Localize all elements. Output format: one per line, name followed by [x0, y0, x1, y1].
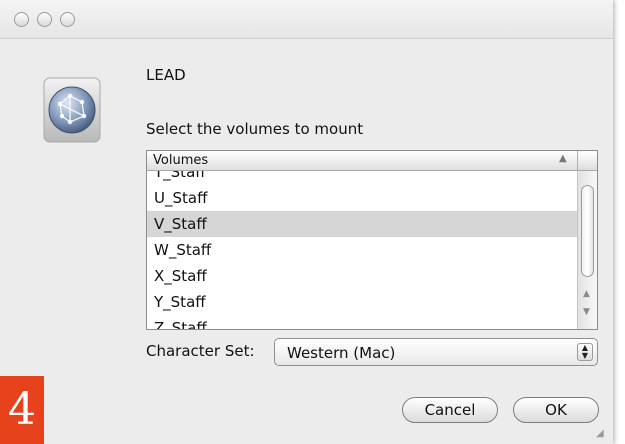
server-name: LEAD — [146, 66, 186, 84]
scroll-thumb[interactable] — [581, 185, 594, 277]
ok-button[interactable]: OK — [513, 397, 599, 423]
charset-label: Character Set: — [146, 342, 255, 360]
charset-selected-value: Western (Mac) — [287, 344, 396, 362]
volume-row-y-staff[interactable]: Y_Staff — [147, 289, 577, 315]
cancel-button[interactable]: Cancel — [402, 397, 498, 423]
resize-grip-icon[interactable]: ◢ — [596, 428, 604, 439]
vertical-scrollbar[interactable]: ▲ ▼ — [577, 171, 597, 329]
volume-row-z-staff[interactable]: Z_Staff — [147, 315, 577, 329]
connect-dialog-window: LEAD Select the volumes to mount Volumes… — [0, 0, 613, 444]
step-number-badge: 4 — [0, 376, 44, 444]
zoom-window-button[interactable] — [60, 12, 75, 27]
minimize-window-button[interactable] — [37, 12, 52, 27]
sort-ascending-icon: ▲ — [559, 153, 567, 164]
close-window-button[interactable] — [14, 12, 29, 27]
scroll-up-arrow-icon[interactable]: ▲ — [583, 289, 590, 299]
volume-row-u-staff[interactable]: U_Staff — [147, 185, 577, 211]
volumes-column-header[interactable]: Volumes ▲ — [147, 151, 577, 171]
title-bar — [0, 0, 613, 39]
volume-row-t-staff[interactable]: T_Staff — [147, 171, 577, 185]
scroll-down-arrow-icon[interactable]: ▼ — [583, 307, 590, 317]
volume-row-w-staff[interactable]: W_Staff — [147, 237, 577, 263]
column-header-label: Volumes — [153, 153, 209, 168]
charset-select[interactable]: Western (Mac) ▲ ▼ — [274, 338, 598, 366]
mount-prompt: Select the volumes to mount — [146, 120, 364, 138]
volume-row-x-staff[interactable]: X_Staff — [147, 263, 577, 289]
network-globe-icon — [40, 74, 104, 146]
updown-chevron-icon: ▲ ▼ — [577, 343, 593, 361]
header-corner — [577, 151, 597, 171]
volume-list: T_Staff U_Staff V_Staff W_Staff X_Staff … — [147, 171, 577, 329]
volumes-table: Volumes ▲ T_Staff U_Staff V_Staff W_Staf… — [146, 150, 598, 330]
volume-row-v-staff[interactable]: V_Staff — [147, 211, 577, 237]
